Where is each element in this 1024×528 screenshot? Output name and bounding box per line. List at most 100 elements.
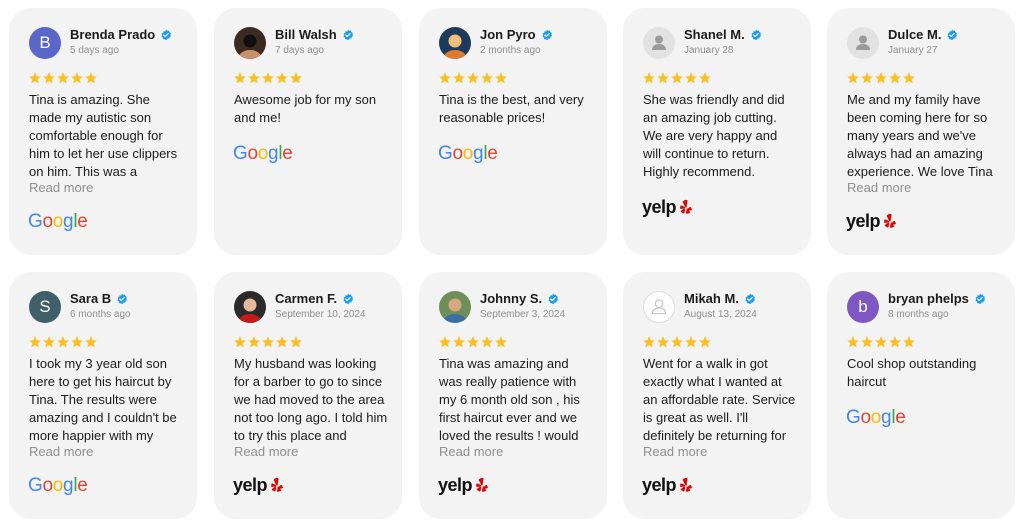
reviewer-name[interactable]: Brenda Prado xyxy=(70,27,155,42)
yelp-wordmark: yelp xyxy=(642,197,677,217)
google-logo-letter: G xyxy=(438,143,453,164)
yelp-wordmark: yelp xyxy=(846,211,881,231)
reviewer-name-row: Bill Walsh xyxy=(275,27,354,42)
star-rating xyxy=(642,71,712,85)
google-logo: Google xyxy=(28,211,88,233)
star-icon xyxy=(657,336,669,348)
avatar xyxy=(847,27,879,59)
star-icon xyxy=(234,336,246,348)
google-logo-letter: e xyxy=(282,143,293,164)
reviewer-name[interactable]: Carmen F. xyxy=(275,291,337,306)
review-card: Jon Pyro 2 months ago Tina is the best, an… xyxy=(419,8,607,255)
reviewer-name[interactable]: Mikah M. xyxy=(684,291,739,306)
default-user-icon xyxy=(856,35,870,50)
reviewer-name[interactable]: Bill Walsh xyxy=(275,27,337,42)
reviewer-name[interactable]: bryan phelps xyxy=(888,291,969,306)
review-card: b bryan phelps 8 months ago Cool shop outst… xyxy=(827,272,1015,519)
star-icon xyxy=(453,336,465,348)
reviewer-name[interactable]: Johnny S. xyxy=(480,291,542,306)
star-icon xyxy=(481,72,493,84)
verified-badge-icon xyxy=(548,293,559,304)
star-icon xyxy=(889,336,901,348)
google-logo-letter: e xyxy=(895,407,906,428)
star-icon xyxy=(495,72,507,84)
reviewer-name[interactable]: Shanel M. xyxy=(684,27,745,42)
default-user-icon xyxy=(651,299,667,315)
star-icon xyxy=(903,72,915,84)
star-rating xyxy=(438,335,508,349)
yelp-burst-icon xyxy=(680,199,692,214)
google-logo-letter: g xyxy=(473,143,484,164)
google-logo-letter: G xyxy=(233,143,248,164)
read-more-link[interactable]: Read more xyxy=(234,444,298,459)
read-more-link[interactable]: Read more xyxy=(643,444,707,459)
star-icon xyxy=(643,72,655,84)
star-rating xyxy=(28,335,98,349)
reviewer-name[interactable]: Jon Pyro xyxy=(480,27,536,42)
google-logo-letter: o xyxy=(257,143,269,164)
reviewer-name[interactable]: Sara B xyxy=(70,291,111,306)
yelp-burst-icon xyxy=(476,477,488,492)
star-icon xyxy=(467,336,479,348)
review-date: August 13, 2024 xyxy=(684,309,757,320)
review-card: Mikah M. August 13, 2024 Went for a walk i… xyxy=(623,272,811,519)
verified-badge-icon xyxy=(947,29,958,40)
star-icon xyxy=(889,72,901,84)
yelp-wordmark: yelp xyxy=(438,475,473,495)
star-icon xyxy=(234,72,246,84)
verified-badge-icon xyxy=(117,293,128,304)
verified-badge-icon xyxy=(161,29,172,40)
google-logo-letter: o xyxy=(452,143,463,164)
star-icon xyxy=(248,336,260,348)
star-rating xyxy=(438,71,508,85)
reviewer-name[interactable]: Dulce M. xyxy=(888,27,941,42)
avatar xyxy=(234,27,266,59)
verified-badge-icon xyxy=(343,293,354,304)
star-icon xyxy=(29,72,41,84)
review-date: 5 days ago xyxy=(70,45,119,56)
reviewer-name-row: bryan phelps xyxy=(888,291,986,306)
yelp-logo: yelp xyxy=(233,475,285,496)
star-icon xyxy=(290,336,302,348)
yelp-burst-icon xyxy=(271,477,283,492)
read-more-link[interactable]: Read more xyxy=(29,444,93,459)
reviewer-name-row: Brenda Prado xyxy=(70,27,172,42)
star-icon xyxy=(85,336,97,348)
read-more-link[interactable]: Read more xyxy=(29,180,93,195)
star-icon xyxy=(875,72,887,84)
review-text: My husband was looking for a barber to g… xyxy=(234,356,388,443)
star-rating xyxy=(846,71,916,85)
reviewer-name-row: Johnny S. xyxy=(480,291,559,306)
avatar xyxy=(643,27,675,59)
star-icon xyxy=(276,336,288,348)
star-icon xyxy=(467,72,479,84)
profile-photo-icon xyxy=(439,291,471,323)
google-logo-letter: e xyxy=(77,211,88,232)
review-text: Tina is amazing. She made my autistic so… xyxy=(29,92,178,179)
review-date: 8 months ago xyxy=(888,309,949,320)
read-more-link[interactable]: Read more xyxy=(439,444,503,459)
star-icon xyxy=(903,336,915,348)
star-icon xyxy=(495,336,507,348)
review-date: 2 months ago xyxy=(480,45,541,56)
review-date: September 3, 2024 xyxy=(480,309,566,320)
star-icon xyxy=(43,72,55,84)
google-logo: Google xyxy=(438,143,498,165)
star-icon xyxy=(43,336,55,348)
verified-badge-icon xyxy=(542,29,552,40)
review-date: 6 months ago xyxy=(70,309,131,320)
google-logo-letter: g xyxy=(881,407,892,428)
reviewer-name-row: Sara B xyxy=(70,291,128,306)
star-icon xyxy=(847,72,859,84)
review-card: Bill Walsh 7 days ago Awesome job for my s… xyxy=(214,8,402,255)
star-icon xyxy=(481,336,493,348)
avatar-initial: S xyxy=(39,297,51,316)
yelp-wordmark: yelp xyxy=(233,475,268,495)
star-icon xyxy=(685,72,697,84)
star-icon xyxy=(699,336,711,348)
star-icon xyxy=(262,336,274,348)
star-icon xyxy=(248,72,260,84)
star-icon xyxy=(685,336,697,348)
read-more-link[interactable]: Read more xyxy=(847,180,911,195)
yelp-burst-icon xyxy=(884,213,896,228)
